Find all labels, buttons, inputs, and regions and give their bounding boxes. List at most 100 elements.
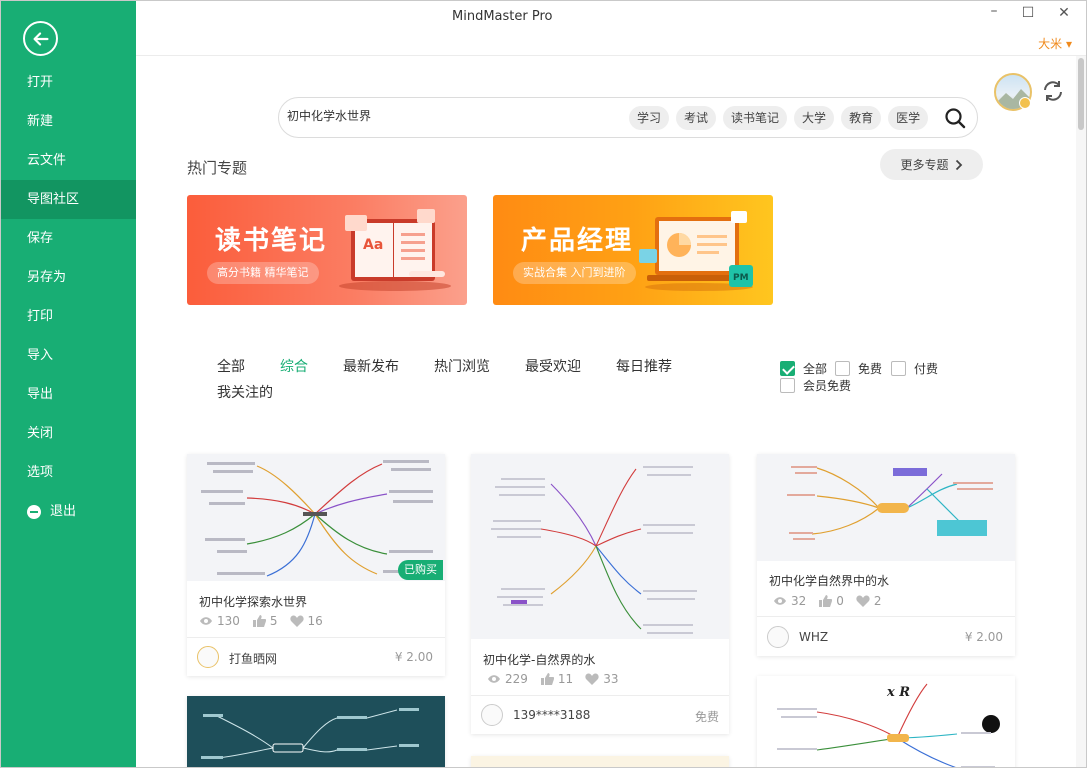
minus-circle-icon [27, 504, 41, 519]
mindmap-card[interactable]: 初中化学自然界中的水 32 0 2 WHZ ¥ 2.00 [757, 454, 1015, 656]
sidebar-item-import[interactable]: 导入 [1, 336, 136, 375]
author-name[interactable]: 139****3188 [513, 708, 590, 722]
search-tag[interactable]: 学习 [629, 106, 670, 130]
like-count: 11 [557, 672, 574, 686]
sidebar-item-save[interactable]: 保存 [1, 219, 136, 258]
tab-hot[interactable]: 热门浏览 [434, 356, 490, 376]
sidebar-item-label: 打印 [27, 309, 54, 324]
checkbox-label: 付费 [914, 362, 939, 376]
vertical-scrollbar[interactable] [1076, 56, 1086, 767]
mindmap-card[interactable]: 已购买 初中化学探索水世界 130 5 16 打鱼晒网 ¥ 2.00 [187, 454, 445, 676]
search-tag[interactable]: 大学 [794, 106, 835, 130]
mindmap-preview-icon [491, 466, 697, 634]
search-input[interactable] [287, 108, 607, 122]
author-avatar[interactable] [197, 646, 219, 668]
tab-following[interactable]: 我关注的 [217, 382, 273, 402]
heart-icon [856, 595, 870, 607]
card-stats: 32 0 2 [773, 594, 882, 608]
topic-banner-reading-notes[interactable]: 读书笔记 高分书籍 精华笔记 Aa [187, 195, 467, 305]
author-avatar[interactable] [481, 704, 503, 726]
tab-general[interactable]: 综合 [280, 356, 308, 376]
checkbox-label: 全部 [803, 362, 828, 376]
back-button[interactable] [23, 21, 58, 56]
tab-latest[interactable]: 最新发布 [343, 356, 399, 376]
search-tag[interactable]: 医学 [888, 106, 929, 130]
mindmap-card[interactable]: x R [757, 676, 1015, 767]
search-bar: 学习 考试 读书笔记 大学 教育 医学 [278, 97, 978, 138]
card-stats: 229 11 33 [487, 672, 618, 686]
chevron-right-icon [955, 159, 962, 170]
more-topics-button[interactable]: 更多专题 [880, 149, 983, 180]
mindmap-card[interactable] [471, 756, 729, 767]
tab-popular[interactable]: 最受欢迎 [525, 356, 581, 376]
sidebar-item-label: 新建 [27, 114, 54, 129]
sidebar-item-label: 导出 [27, 387, 54, 402]
banner-subtitle: 高分书籍 精华笔记 [207, 262, 319, 284]
checkbox-icon [891, 361, 906, 376]
sidebar-item-label: 退出 [50, 504, 77, 519]
favorite-count: 33 [603, 672, 619, 686]
checkbox-free[interactable]: 免费 [835, 360, 882, 377]
scroll-thumb[interactable] [1078, 58, 1084, 130]
maximize-button[interactable]: ☐ [1018, 5, 1038, 21]
svg-text:PM: PM [733, 273, 749, 283]
sidebar-item-save-as[interactable]: 另存为 [1, 258, 136, 297]
svg-text:Aa: Aa [363, 237, 383, 253]
minimize-button[interactable]: – [984, 3, 1004, 19]
author-name[interactable]: 打鱼晒网 [229, 650, 277, 667]
search-tag[interactable]: 读书笔记 [723, 106, 788, 130]
heart-icon [585, 673, 599, 685]
topic-banner-product-manager[interactable]: 产品经理 实战合集 入门到进阶 PM [493, 195, 773, 305]
tab-all[interactable]: 全部 [217, 356, 245, 376]
favorite-count: 16 [307, 614, 323, 628]
checkbox-all[interactable]: 全部 [780, 360, 827, 377]
tab-daily[interactable]: 每日推荐 [616, 356, 672, 376]
sidebar-item-exit[interactable]: 退出 [1, 492, 136, 531]
sidebar-item-close[interactable]: 关闭 [1, 414, 136, 453]
sidebar-item-label: 打开 [27, 75, 54, 90]
checkbox-icon [780, 378, 795, 393]
search-tag[interactable]: 考试 [676, 106, 717, 130]
price-filter: 全部 免费 付费 会员免费 [780, 360, 980, 400]
card-stats: 130 5 16 [199, 614, 323, 628]
heart-icon [289, 615, 304, 627]
checkbox-label: 免费 [858, 362, 883, 376]
card-title: 初中化学-自然界的水 [483, 653, 596, 667]
sidebar-item-new[interactable]: 新建 [1, 102, 136, 141]
sidebar-item-open[interactable]: 打开 [1, 63, 136, 102]
checkbox-member-free[interactable]: 会员免费 [780, 377, 851, 394]
card-title: 初中化学探索水世界 [199, 595, 308, 609]
svg-text:x R: x R [886, 685, 910, 700]
mindmap-card[interactable] [187, 696, 445, 767]
sidebar-menu: 打开 新建 云文件 导图社区 保存 另存为 打印 导入 导出 关闭 选项 退出 [1, 63, 136, 531]
laptop-illustration-icon: PM [639, 211, 753, 291]
search-icon[interactable] [944, 107, 966, 129]
sidebar-item-community[interactable]: 导图社区 [1, 180, 136, 219]
mindmap-thumbnail [471, 454, 729, 639]
eye-icon [200, 617, 212, 625]
mindmap-card[interactable]: 初中化学-自然界的水 229 11 33 139****3188 免费 [471, 454, 729, 734]
sidebar-item-export[interactable]: 导出 [1, 375, 136, 414]
sidebar-item-label: 导入 [27, 348, 54, 363]
sidebar-item-label: 关闭 [27, 426, 54, 441]
user-menu[interactable]: 大米 ▾ [1038, 35, 1072, 52]
sidebar-item-label: 另存为 [27, 270, 67, 285]
like-count: 5 [269, 614, 278, 628]
sidebar: 打开 新建 云文件 导图社区 保存 另存为 打印 导入 导出 关闭 选项 退出 [1, 1, 136, 767]
close-button[interactable]: ✕ [1054, 5, 1074, 21]
checkbox-paid[interactable]: 付费 [891, 360, 938, 377]
sidebar-item-cloud-files[interactable]: 云文件 [1, 141, 136, 180]
book-illustration-icon: Aa [339, 209, 451, 291]
view-count: 229 [505, 672, 528, 686]
sidebar-item-print[interactable]: 打印 [1, 297, 136, 336]
sync-icon[interactable] [1039, 77, 1067, 105]
mindmap-preview-icon [201, 708, 419, 759]
eye-icon [488, 675, 500, 683]
author-name[interactable]: WHZ [799, 630, 828, 644]
checkbox-icon [835, 361, 850, 376]
search-tag[interactable]: 教育 [841, 106, 882, 130]
author-avatar[interactable] [767, 626, 789, 648]
banner-title: 产品经理 [521, 226, 634, 256]
card-footer: 139****3188 免费 [471, 695, 729, 734]
sidebar-item-options[interactable]: 选项 [1, 453, 136, 492]
